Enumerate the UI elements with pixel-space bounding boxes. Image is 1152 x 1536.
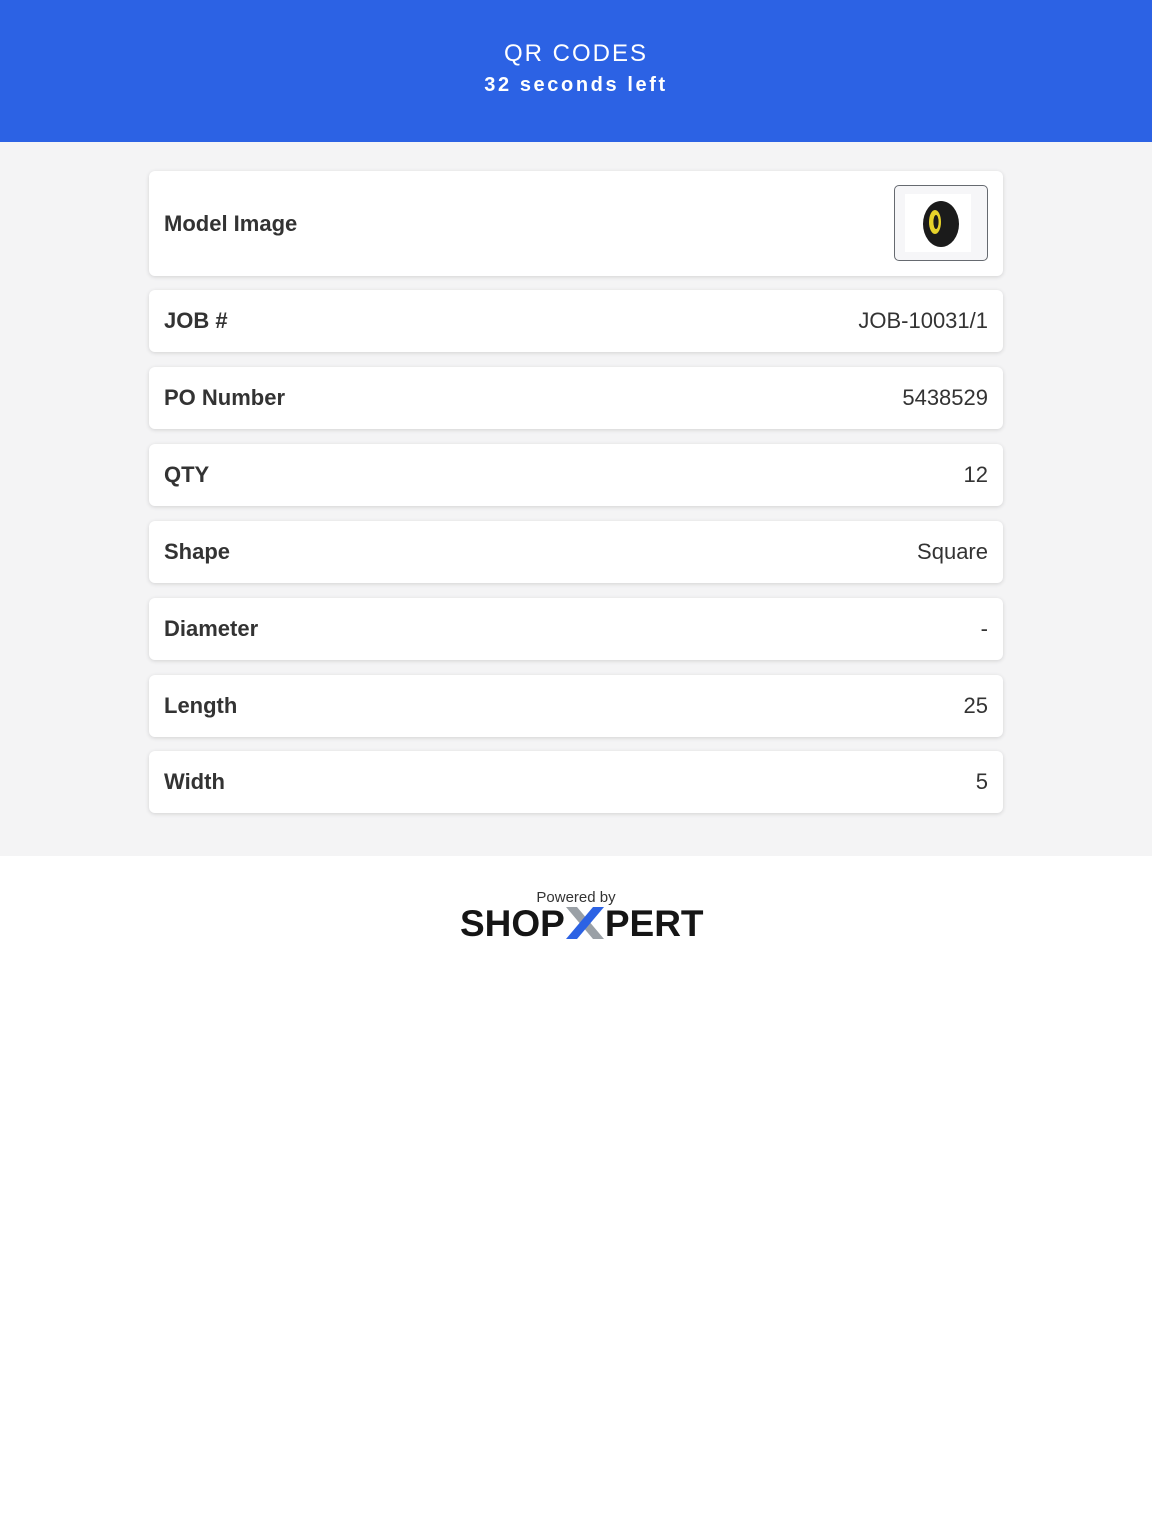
brand-text-right: PERT — [604, 903, 704, 944]
diameter-row: Diameter - — [149, 598, 1003, 660]
tire-roll-icon — [905, 194, 971, 252]
po-number-row: PO Number 5438529 — [149, 367, 1003, 429]
shape-label: Shape — [164, 539, 231, 564]
qty-label: QTY — [164, 462, 210, 487]
model-image-row: Model Image — [149, 171, 1003, 276]
diameter-label: Diameter — [164, 616, 259, 641]
brand-x-mark-icon — [565, 907, 604, 939]
qty-value: 12 — [963, 462, 988, 487]
length-value: 25 — [963, 693, 988, 718]
length-label: Length — [164, 693, 238, 718]
page-title: QR CODES — [503, 40, 648, 67]
width-row: Width 5 — [149, 751, 1003, 813]
job-number-row: JOB # JOB-10031/1 — [149, 290, 1003, 352]
width-label: Width — [164, 769, 225, 794]
job-number-value: JOB-10031/1 — [858, 308, 988, 333]
details-panel: Model Image JOB # JOB-10031/1 PO Number … — [0, 142, 1152, 856]
diameter-value: - — [980, 616, 988, 641]
shopxpert-logo[interactable]: SHOP PERT — [460, 904, 704, 944]
shape-row: Shape Square — [149, 521, 1003, 583]
footer: Powered by SHOP PERT — [0, 856, 1152, 1536]
po-number-value: 5438529 — [902, 385, 988, 410]
model-image-label: Model Image — [164, 210, 298, 236]
brand-text-left: SHOP — [460, 903, 565, 944]
width-value: 5 — [975, 769, 988, 794]
model-image-thumbnail[interactable] — [894, 185, 988, 261]
countdown-timer: 32 seconds left — [484, 74, 668, 96]
qty-row: QTY 12 — [149, 444, 1003, 506]
length-row: Length 25 — [149, 675, 1003, 737]
po-number-label: PO Number — [164, 385, 286, 410]
app-header: QR CODES 32 seconds left — [0, 0, 1152, 142]
shape-value: Square — [917, 539, 988, 564]
job-number-label: JOB # — [164, 308, 228, 333]
